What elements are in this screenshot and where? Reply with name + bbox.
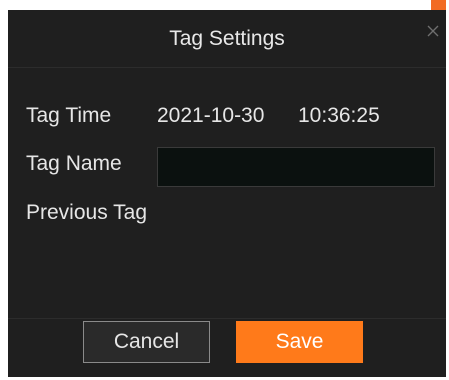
tag-time-clock: 10:36:25	[298, 104, 380, 127]
dialog-header: Tag Settings	[8, 10, 446, 68]
save-button[interactable]: Save	[236, 321, 363, 363]
previous-tag-label: Previous Tag	[26, 201, 148, 224]
close-icon[interactable]	[425, 23, 441, 39]
tag-time-date: 2021-10-30	[157, 104, 265, 127]
tag-time-label: Tag Time	[26, 104, 112, 127]
corner-accent	[431, 0, 446, 10]
dialog-footer	[8, 318, 446, 377]
dialog-title: Tag Settings	[169, 27, 285, 50]
cancel-button[interactable]: Cancel	[83, 321, 210, 363]
tag-name-label: Tag Name	[26, 152, 122, 175]
tag-name-input[interactable]	[157, 147, 435, 187]
tag-settings-dialog: Tag Settings Tag Time 2021-10-30 10:36:2…	[8, 10, 446, 377]
